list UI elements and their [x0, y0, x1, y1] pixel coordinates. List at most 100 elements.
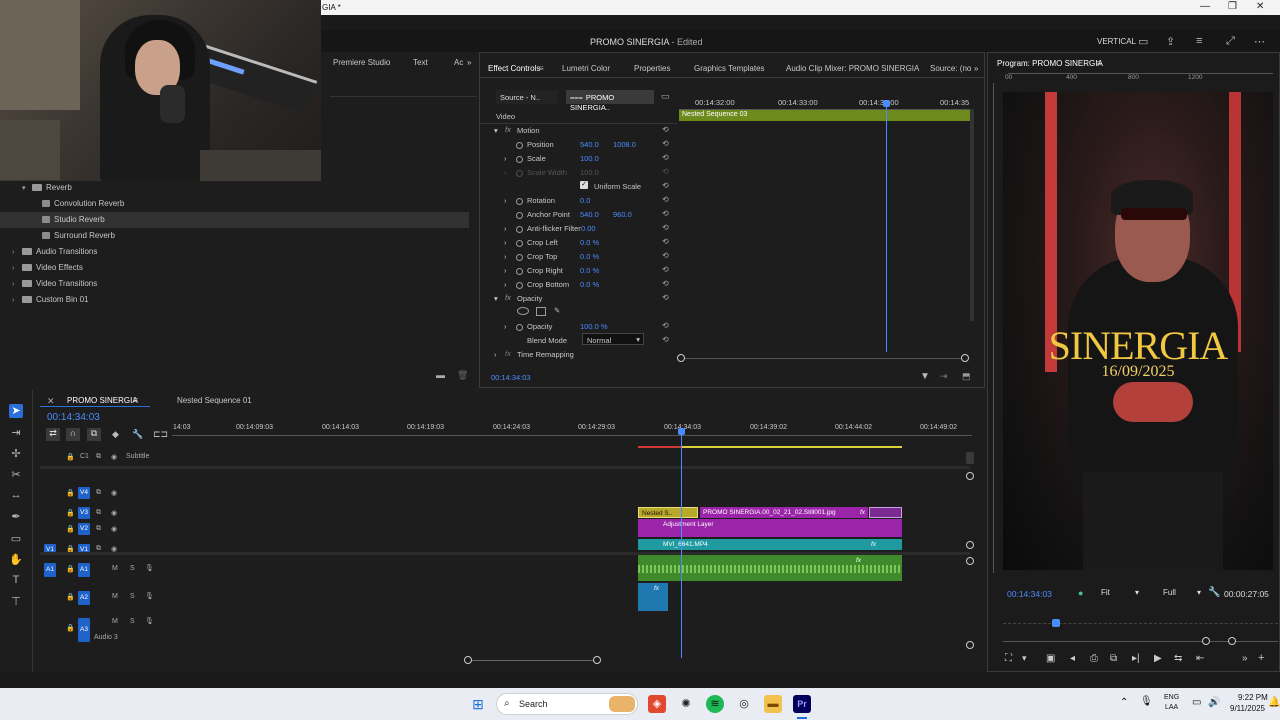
snap-icon[interactable]: ∩ [66, 428, 80, 441]
scale-row[interactable]: › Scale 100.0 ⟲ [480, 151, 669, 165]
tree-item-surround-reverb[interactable]: Surround Reverb [0, 228, 469, 244]
tab-audio-clip-mixer[interactable]: Audio Clip Mixer: PROMO SINERGIA [786, 64, 919, 73]
crop-bottom-row[interactable]: › Crop Bottom 0.0 % ⟲ [480, 277, 669, 291]
still-clip-tail[interactable] [869, 507, 902, 518]
spotify-icon[interactable]: ≋ [706, 695, 724, 713]
tab-promo-sinergia[interactable]: PROMO SINERGIA [67, 396, 138, 405]
reset-icon[interactable]: ⟲ [662, 139, 672, 148]
tab-lumetri-color[interactable]: Lumetri Color [562, 64, 610, 73]
workspace-selector[interactable]: VERTICAL [1097, 37, 1136, 46]
reset-icon[interactable]: ⟲ [662, 125, 672, 134]
microphone-icon[interactable]: 🎙 [145, 617, 154, 625]
adjustment-layer-clip[interactable]: Adjustment Layer [638, 519, 902, 537]
position-row[interactable]: Position 540.0 1008.0 ⟲ [480, 137, 669, 151]
tree-item-video-effects[interactable]: › Video Effects [0, 260, 469, 276]
volume-icon[interactable]: 🔊 [1208, 697, 1220, 708]
chevron-up-icon[interactable]: ⌃ [1120, 697, 1128, 708]
pen-icon[interactable]: ✒ [9, 510, 23, 524]
program-zoom-bar[interactable] [1003, 641, 1278, 642]
timeline-zoom-handle-left[interactable] [464, 656, 472, 664]
type-tool-icon[interactable]: T [9, 574, 23, 588]
reset-icon[interactable]: ⟲ [662, 335, 672, 344]
ec-nested-clip[interactable]: Nested Sequence 03 [679, 110, 970, 121]
reset-icon[interactable]: ⟲ [662, 237, 672, 246]
settings-icon[interactable]: ⬒ [962, 371, 971, 382]
sync-icon[interactable]: ⧉ [96, 489, 101, 497]
wrench-icon[interactable]: 🔧 [1208, 587, 1220, 598]
timeline-scrollbar-top[interactable] [966, 452, 974, 464]
program-scrub-ruler[interactable] [1003, 623, 1278, 624]
compare-icon[interactable]: ⧉ [1110, 653, 1117, 664]
timeline-zoom-handle-right[interactable] [593, 656, 601, 664]
program-title[interactable]: Program: PROMO SINERGIA [997, 59, 1103, 68]
lock-icon[interactable]: 🔒 [66, 565, 75, 573]
timeline-zoom-bar[interactable] [468, 660, 597, 661]
share-icon[interactable]: ⇪ [1166, 35, 1175, 48]
toggle-view-icon[interactable]: ▭ [661, 91, 670, 102]
reset-icon[interactable]: ⟲ [662, 153, 672, 162]
uniform-scale-checkbox[interactable]: ✓ [580, 181, 588, 189]
file-explorer-icon[interactable]: ▬ [764, 695, 782, 713]
marker-icon[interactable]: ◆ [112, 429, 119, 440]
ec-zoom-handle-right[interactable] [961, 354, 969, 362]
ec-scrollbar[interactable] [970, 109, 974, 321]
add-marker-icon[interactable]: ⛶ [1005, 653, 1012, 664]
eye-icon[interactable]: ◉ [111, 453, 117, 461]
rotation-value[interactable]: 0.0 [580, 196, 590, 205]
razor-icon[interactable]: ✂ [9, 468, 23, 482]
tab-premiere-studio[interactable]: Premiere Studio [333, 58, 390, 67]
reset-icon[interactable]: ⟲ [662, 223, 672, 232]
tree-item-convolution-reverb[interactable]: Convolution Reverb [0, 196, 469, 212]
crop-left-value[interactable]: 0.0 % [580, 238, 599, 247]
selection-tool-icon[interactable]: ➤ [9, 404, 23, 418]
hand-icon[interactable]: ✋ [9, 553, 23, 567]
track-select-icon[interactable]: ⇥ [9, 426, 23, 440]
uniform-scale-row[interactable]: ✓ Uniform Scale ⟲ [480, 179, 669, 193]
camera-icon[interactable]: ⎙ [1090, 653, 1098, 664]
reset-icon[interactable]: ⟲ [662, 251, 672, 260]
taskbar-search[interactable]: ⌕ Search [496, 693, 638, 715]
tab-nested-sequence[interactable]: Nested Sequence 01 [177, 396, 252, 405]
ec-playhead-handle[interactable] [883, 100, 890, 107]
lock-icon[interactable]: 🔒 [66, 545, 75, 552]
opacity-row[interactable]: › Opacity 100.0 % ⟲ [480, 319, 669, 333]
crop-left-row[interactable]: › Crop Left 0.0 % ⟲ [480, 235, 669, 249]
timeline-ruler[interactable] [172, 432, 972, 436]
rectangle-icon[interactable]: ▭ [9, 532, 23, 546]
microphone-icon[interactable]: 🎙 [145, 592, 154, 600]
tree-item-audio-transitions[interactable]: › Audio Transitions [0, 244, 469, 260]
add-button-icon[interactable]: + [1258, 652, 1264, 664]
reset-icon[interactable]: ⟲ [662, 181, 672, 190]
safe-margins-icon[interactable]: ▣ [1046, 653, 1055, 664]
position-x-value[interactable]: 540.0 [580, 140, 599, 149]
linked-select-icon[interactable]: ⧉ [87, 428, 101, 441]
notification-icon[interactable]: 🔔 [1268, 697, 1280, 708]
panel-icon[interactable]: ▭ [1138, 35, 1148, 48]
insert-icon[interactable]: ⇤ [1196, 653, 1204, 664]
play-icon[interactable]: ▶ [1154, 653, 1162, 664]
tree-item-reverb[interactable]: ▾ Reverb [0, 180, 469, 196]
crop-top-row[interactable]: › Crop Top 0.0 % ⟲ [480, 249, 669, 263]
tab-text[interactable]: Text [413, 58, 428, 67]
network-icon[interactable]: ▭ [1192, 697, 1201, 708]
microphone-icon[interactable]: 🎙 [145, 564, 154, 572]
lock-icon[interactable]: 🔒 [66, 525, 75, 533]
tree-item-custom-bin[interactable]: › Custom Bin 01 [0, 292, 469, 308]
language-top[interactable]: ENG [1164, 694, 1179, 701]
fit-select[interactable]: Fit ▾ [1098, 586, 1142, 600]
blend-mode-row[interactable]: Blend Mode Normal ▾ ⟲ [480, 333, 669, 347]
language-bottom[interactable]: LAA [1165, 704, 1178, 711]
caption-tool-icon[interactable]: ⊤ [9, 595, 23, 609]
ripple-edit-icon[interactable]: ✢ [9, 447, 23, 461]
tab-menu-icon[interactable]: ≡ [133, 395, 138, 405]
eye-icon[interactable]: ◉ [111, 489, 117, 497]
reset-icon[interactable]: ⟲ [662, 195, 672, 204]
clock-date[interactable]: 9/11/2025 [1230, 704, 1265, 713]
rotation-row[interactable]: › Rotation 0.0 ⟲ [480, 193, 669, 207]
timeline-playhead-handle[interactable] [678, 428, 685, 435]
tree-item-video-transitions[interactable]: › Video Transitions [0, 276, 469, 292]
audio-clip-a1[interactable]: fx [638, 555, 902, 581]
scroll-handle[interactable] [966, 557, 974, 565]
audio-clip-a2[interactable]: fx [638, 583, 668, 611]
nest-icon[interactable]: ⇄ [46, 428, 60, 441]
